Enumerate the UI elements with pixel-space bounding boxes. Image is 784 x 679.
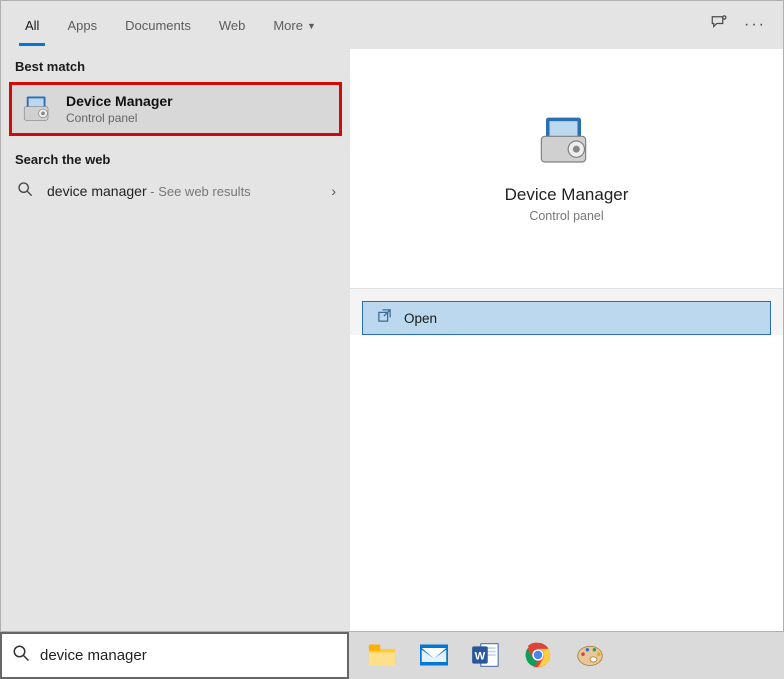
feedback-icon: [710, 13, 728, 31]
best-match-text: Device Manager Control panel: [66, 93, 173, 125]
paint-icon: [576, 643, 604, 667]
best-match-result[interactable]: Device Manager Control panel: [9, 82, 342, 136]
best-match-title: Device Manager: [66, 93, 173, 109]
device-manager-icon: [22, 93, 54, 125]
web-result-query: device manager: [47, 183, 147, 199]
tab-more[interactable]: More ▼: [259, 4, 330, 45]
more-icon: ···: [744, 16, 766, 33]
tab-web-label: Web: [219, 18, 246, 33]
open-action[interactable]: Open: [362, 301, 771, 335]
search-tabs: All Apps Documents Web More ▼ ···: [1, 1, 783, 49]
svg-text:W: W: [475, 650, 486, 662]
open-icon: [377, 308, 392, 328]
taskbar-paint[interactable]: [567, 636, 613, 676]
search-icon: [15, 181, 35, 201]
taskbar: W: [349, 632, 784, 679]
taskbar-chrome[interactable]: [515, 636, 561, 676]
preview-empty: [350, 335, 783, 631]
search-bar[interactable]: [0, 632, 349, 679]
tab-documents-label: Documents: [125, 18, 191, 33]
section-best-match: Best match: [1, 49, 350, 80]
tab-web[interactable]: Web: [205, 4, 260, 45]
preview-subtitle: Control panel: [529, 209, 603, 223]
section-search-web: Search the web: [1, 142, 350, 173]
chevron-right-icon: ›: [331, 183, 336, 199]
web-result[interactable]: device manager - See web results ›: [1, 173, 350, 209]
web-result-hint-prefix: -: [147, 184, 159, 199]
tab-all-label: All: [25, 18, 39, 33]
word-icon: W: [472, 642, 500, 668]
file-explorer-icon: [368, 643, 396, 667]
taskbar-word[interactable]: W: [463, 636, 509, 676]
feedback-button[interactable]: [701, 13, 737, 36]
tab-apps[interactable]: Apps: [53, 4, 111, 45]
chevron-down-icon: ▼: [307, 21, 316, 31]
tab-more-label: More: [273, 18, 303, 33]
tab-all[interactable]: All: [11, 4, 53, 45]
web-result-hint: See web results: [158, 184, 251, 199]
chrome-icon: [525, 642, 551, 668]
mail-icon: [420, 644, 448, 666]
web-result-text: device manager - See web results: [47, 183, 319, 199]
tab-apps-label: Apps: [67, 18, 97, 33]
taskbar-file-explorer[interactable]: [359, 636, 405, 676]
search-input[interactable]: [40, 647, 337, 664]
open-label: Open: [404, 311, 437, 326]
search-panel: All Apps Documents Web More ▼ ··· Best m…: [0, 0, 784, 632]
preview-pane: Device Manager Control panel Open: [350, 49, 783, 631]
preview-title: Device Manager: [505, 185, 629, 205]
search-icon: [12, 644, 30, 667]
best-match-subtitle: Control panel: [66, 111, 173, 125]
preview-card: Device Manager Control panel: [350, 49, 783, 289]
results-list: Best match Device Manager Control panel: [1, 49, 350, 631]
more-options-button[interactable]: ···: [737, 16, 773, 34]
device-manager-icon: [539, 115, 595, 167]
search-body: Best match Device Manager Control panel: [1, 49, 783, 631]
tab-documents[interactable]: Documents: [111, 4, 205, 45]
taskbar-mail[interactable]: [411, 636, 457, 676]
